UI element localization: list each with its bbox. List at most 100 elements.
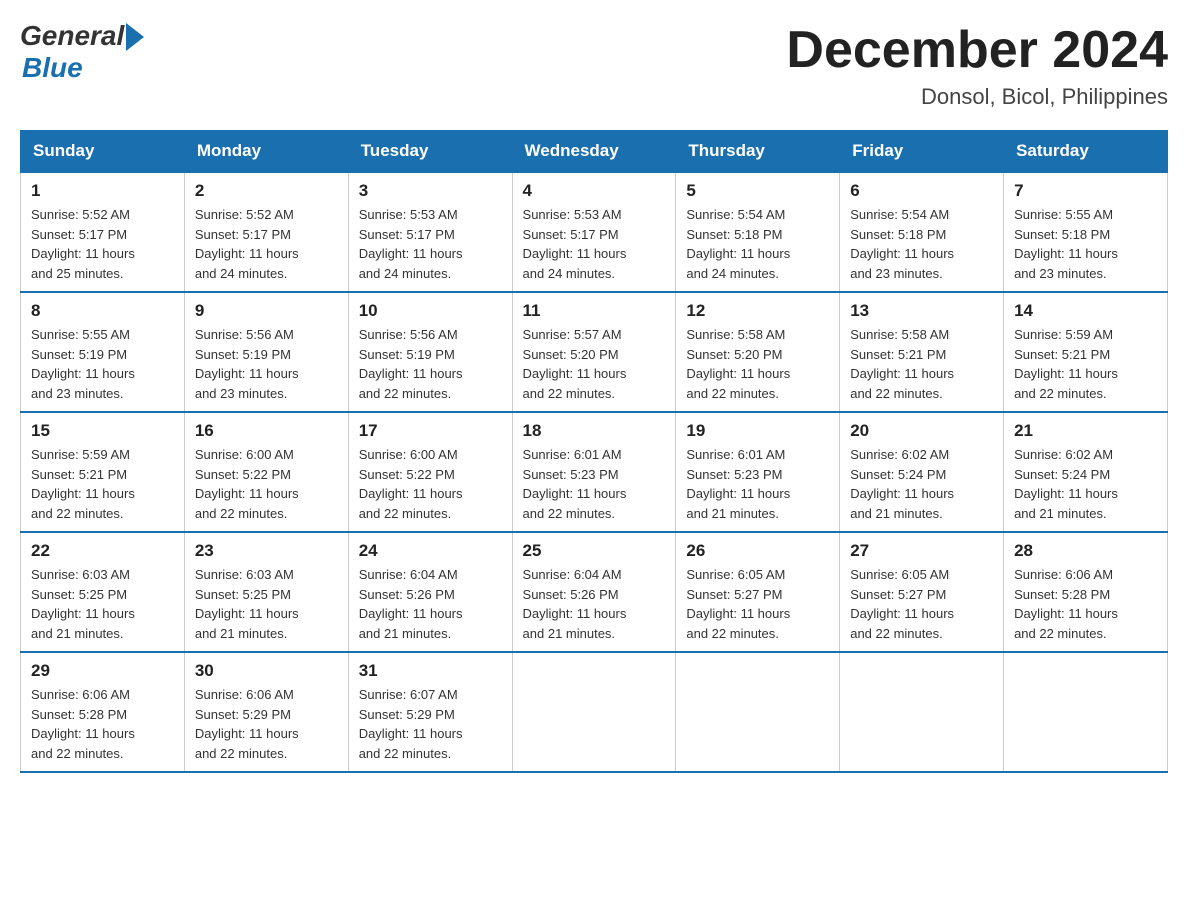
logo-blue-text: Blue xyxy=(22,52,83,84)
calendar-week-4: 22 Sunrise: 6:03 AM Sunset: 5:25 PM Dayl… xyxy=(21,532,1168,652)
day-info: Sunrise: 5:56 AM Sunset: 5:19 PM Dayligh… xyxy=(195,325,338,403)
calendar-cell: 7 Sunrise: 5:55 AM Sunset: 5:18 PM Dayli… xyxy=(1004,172,1168,292)
day-info: Sunrise: 6:07 AM Sunset: 5:29 PM Dayligh… xyxy=(359,685,502,763)
day-number: 12 xyxy=(686,301,829,321)
logo-general-text: General xyxy=(20,20,124,52)
day-number: 23 xyxy=(195,541,338,561)
calendar-cell: 20 Sunrise: 6:02 AM Sunset: 5:24 PM Dayl… xyxy=(840,412,1004,532)
day-number: 26 xyxy=(686,541,829,561)
day-info: Sunrise: 5:59 AM Sunset: 5:21 PM Dayligh… xyxy=(31,445,174,523)
day-info: Sunrise: 5:59 AM Sunset: 5:21 PM Dayligh… xyxy=(1014,325,1157,403)
calendar-cell xyxy=(676,652,840,772)
calendar-cell: 24 Sunrise: 6:04 AM Sunset: 5:26 PM Dayl… xyxy=(348,532,512,652)
day-info: Sunrise: 6:05 AM Sunset: 5:27 PM Dayligh… xyxy=(850,565,993,643)
day-info: Sunrise: 5:58 AM Sunset: 5:21 PM Dayligh… xyxy=(850,325,993,403)
day-number: 18 xyxy=(523,421,666,441)
calendar-table: Sunday Monday Tuesday Wednesday Thursday… xyxy=(20,130,1168,773)
calendar-cell: 2 Sunrise: 5:52 AM Sunset: 5:17 PM Dayli… xyxy=(184,172,348,292)
calendar-cell: 22 Sunrise: 6:03 AM Sunset: 5:25 PM Dayl… xyxy=(21,532,185,652)
day-number: 7 xyxy=(1014,181,1157,201)
day-number: 14 xyxy=(1014,301,1157,321)
day-number: 30 xyxy=(195,661,338,681)
page-header: General Blue December 2024 Donsol, Bicol… xyxy=(20,20,1168,110)
calendar-cell: 26 Sunrise: 6:05 AM Sunset: 5:27 PM Dayl… xyxy=(676,532,840,652)
calendar-cell: 4 Sunrise: 5:53 AM Sunset: 5:17 PM Dayli… xyxy=(512,172,676,292)
calendar-cell: 15 Sunrise: 5:59 AM Sunset: 5:21 PM Dayl… xyxy=(21,412,185,532)
title-section: December 2024 Donsol, Bicol, Philippines xyxy=(786,20,1168,110)
calendar-cell xyxy=(840,652,1004,772)
calendar-cell: 1 Sunrise: 5:52 AM Sunset: 5:17 PM Dayli… xyxy=(21,172,185,292)
calendar-cell: 25 Sunrise: 6:04 AM Sunset: 5:26 PM Dayl… xyxy=(512,532,676,652)
calendar-cell: 31 Sunrise: 6:07 AM Sunset: 5:29 PM Dayl… xyxy=(348,652,512,772)
day-info: Sunrise: 5:53 AM Sunset: 5:17 PM Dayligh… xyxy=(359,205,502,283)
day-info: Sunrise: 6:01 AM Sunset: 5:23 PM Dayligh… xyxy=(523,445,666,523)
day-info: Sunrise: 6:00 AM Sunset: 5:22 PM Dayligh… xyxy=(195,445,338,523)
calendar-cell: 19 Sunrise: 6:01 AM Sunset: 5:23 PM Dayl… xyxy=(676,412,840,532)
calendar-cell: 3 Sunrise: 5:53 AM Sunset: 5:17 PM Dayli… xyxy=(348,172,512,292)
calendar-cell: 30 Sunrise: 6:06 AM Sunset: 5:29 PM Dayl… xyxy=(184,652,348,772)
calendar-header-row: Sunday Monday Tuesday Wednesday Thursday… xyxy=(21,131,1168,173)
calendar-cell xyxy=(512,652,676,772)
day-number: 24 xyxy=(359,541,502,561)
day-info: Sunrise: 5:55 AM Sunset: 5:18 PM Dayligh… xyxy=(1014,205,1157,283)
location-title: Donsol, Bicol, Philippines xyxy=(786,84,1168,110)
day-number: 4 xyxy=(523,181,666,201)
day-number: 1 xyxy=(31,181,174,201)
day-info: Sunrise: 5:55 AM Sunset: 5:19 PM Dayligh… xyxy=(31,325,174,403)
header-sunday: Sunday xyxy=(21,131,185,173)
day-info: Sunrise: 5:52 AM Sunset: 5:17 PM Dayligh… xyxy=(195,205,338,283)
logo-arrow-icon xyxy=(126,23,144,51)
calendar-cell: 16 Sunrise: 6:00 AM Sunset: 5:22 PM Dayl… xyxy=(184,412,348,532)
day-info: Sunrise: 6:01 AM Sunset: 5:23 PM Dayligh… xyxy=(686,445,829,523)
calendar-cell: 21 Sunrise: 6:02 AM Sunset: 5:24 PM Dayl… xyxy=(1004,412,1168,532)
day-number: 15 xyxy=(31,421,174,441)
day-number: 11 xyxy=(523,301,666,321)
day-number: 9 xyxy=(195,301,338,321)
calendar-cell: 14 Sunrise: 5:59 AM Sunset: 5:21 PM Dayl… xyxy=(1004,292,1168,412)
calendar-cell: 5 Sunrise: 5:54 AM Sunset: 5:18 PM Dayli… xyxy=(676,172,840,292)
calendar-cell: 27 Sunrise: 6:05 AM Sunset: 5:27 PM Dayl… xyxy=(840,532,1004,652)
calendar-cell: 10 Sunrise: 5:56 AM Sunset: 5:19 PM Dayl… xyxy=(348,292,512,412)
calendar-cell: 28 Sunrise: 6:06 AM Sunset: 5:28 PM Dayl… xyxy=(1004,532,1168,652)
day-number: 22 xyxy=(31,541,174,561)
calendar-week-3: 15 Sunrise: 5:59 AM Sunset: 5:21 PM Dayl… xyxy=(21,412,1168,532)
calendar-cell: 18 Sunrise: 6:01 AM Sunset: 5:23 PM Dayl… xyxy=(512,412,676,532)
calendar-cell: 13 Sunrise: 5:58 AM Sunset: 5:21 PM Dayl… xyxy=(840,292,1004,412)
day-number: 29 xyxy=(31,661,174,681)
calendar-cell: 6 Sunrise: 5:54 AM Sunset: 5:18 PM Dayli… xyxy=(840,172,1004,292)
day-info: Sunrise: 5:52 AM Sunset: 5:17 PM Dayligh… xyxy=(31,205,174,283)
calendar-cell: 8 Sunrise: 5:55 AM Sunset: 5:19 PM Dayli… xyxy=(21,292,185,412)
day-number: 8 xyxy=(31,301,174,321)
calendar-week-5: 29 Sunrise: 6:06 AM Sunset: 5:28 PM Dayl… xyxy=(21,652,1168,772)
day-number: 17 xyxy=(359,421,502,441)
header-monday: Monday xyxy=(184,131,348,173)
calendar-cell: 23 Sunrise: 6:03 AM Sunset: 5:25 PM Dayl… xyxy=(184,532,348,652)
day-info: Sunrise: 6:03 AM Sunset: 5:25 PM Dayligh… xyxy=(195,565,338,643)
header-friday: Friday xyxy=(840,131,1004,173)
calendar-cell: 12 Sunrise: 5:58 AM Sunset: 5:20 PM Dayl… xyxy=(676,292,840,412)
day-number: 16 xyxy=(195,421,338,441)
day-info: Sunrise: 5:57 AM Sunset: 5:20 PM Dayligh… xyxy=(523,325,666,403)
logo: General Blue xyxy=(20,20,144,84)
calendar-cell: 29 Sunrise: 6:06 AM Sunset: 5:28 PM Dayl… xyxy=(21,652,185,772)
day-info: Sunrise: 6:06 AM Sunset: 5:28 PM Dayligh… xyxy=(1014,565,1157,643)
day-info: Sunrise: 6:02 AM Sunset: 5:24 PM Dayligh… xyxy=(850,445,993,523)
day-number: 6 xyxy=(850,181,993,201)
day-info: Sunrise: 6:04 AM Sunset: 5:26 PM Dayligh… xyxy=(523,565,666,643)
header-thursday: Thursday xyxy=(676,131,840,173)
day-info: Sunrise: 6:06 AM Sunset: 5:28 PM Dayligh… xyxy=(31,685,174,763)
month-year-title: December 2024 xyxy=(786,20,1168,80)
header-saturday: Saturday xyxy=(1004,131,1168,173)
header-wednesday: Wednesday xyxy=(512,131,676,173)
calendar-cell: 11 Sunrise: 5:57 AM Sunset: 5:20 PM Dayl… xyxy=(512,292,676,412)
calendar-cell: 17 Sunrise: 6:00 AM Sunset: 5:22 PM Dayl… xyxy=(348,412,512,532)
day-number: 3 xyxy=(359,181,502,201)
day-number: 19 xyxy=(686,421,829,441)
day-number: 10 xyxy=(359,301,502,321)
day-info: Sunrise: 6:00 AM Sunset: 5:22 PM Dayligh… xyxy=(359,445,502,523)
calendar-week-1: 1 Sunrise: 5:52 AM Sunset: 5:17 PM Dayli… xyxy=(21,172,1168,292)
day-info: Sunrise: 5:58 AM Sunset: 5:20 PM Dayligh… xyxy=(686,325,829,403)
day-info: Sunrise: 6:06 AM Sunset: 5:29 PM Dayligh… xyxy=(195,685,338,763)
day-info: Sunrise: 6:05 AM Sunset: 5:27 PM Dayligh… xyxy=(686,565,829,643)
day-number: 31 xyxy=(359,661,502,681)
